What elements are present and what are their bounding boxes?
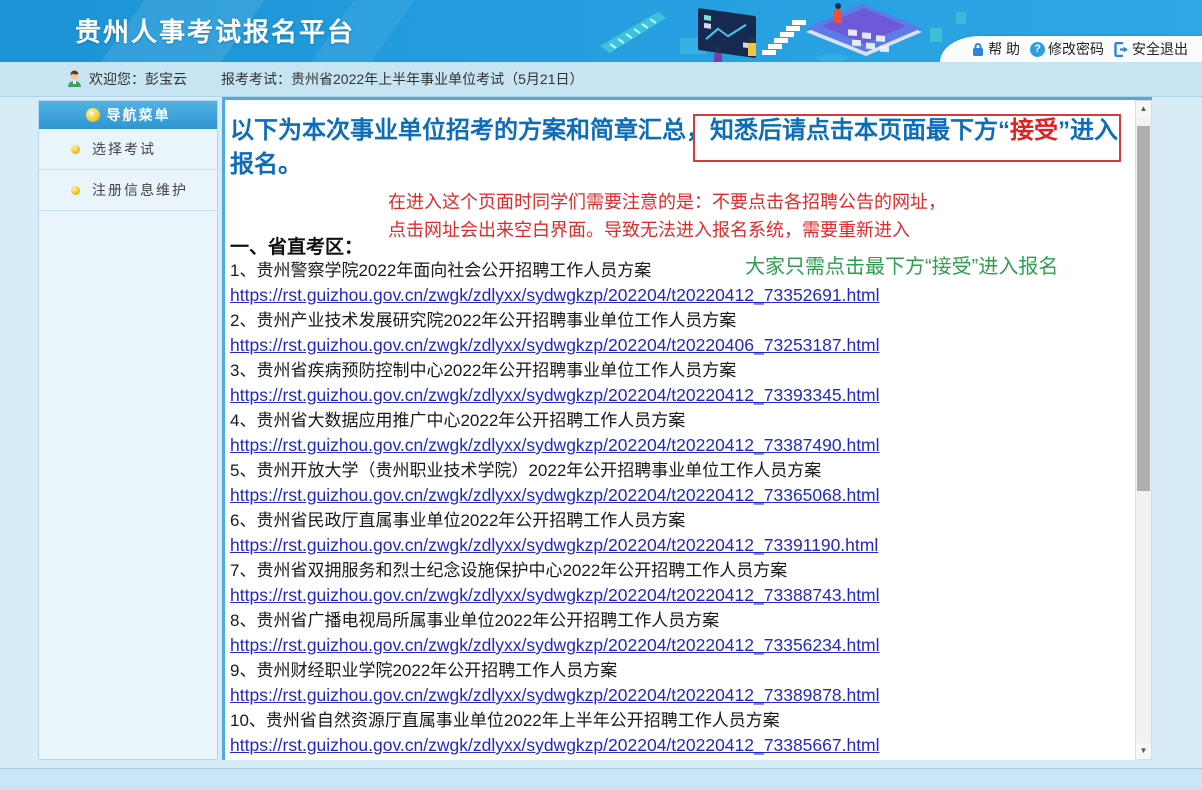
welcome-bar: 欢迎您：彭宝云 报考考试：贵州省2022年上半年事业单位考试（5月21日） [0, 62, 1202, 97]
announcement-link[interactable]: https://rst.guizhou.gov.cn/zwgk/zdlyxx/s… [230, 683, 1130, 708]
announcement-title: 9、贵州财经职业学院2022年公开招聘工作人员方案 [230, 658, 1130, 683]
announcement-row: 11、贵州省农业科学院2022年公开招聘事业单位工作人员方案 [230, 758, 1130, 760]
help-link[interactable]: 帮 助 [970, 39, 1020, 59]
exit-icon [1114, 42, 1129, 57]
announcement-row: 4、贵州省大数据应用推广中心2022年公开招聘工作人员方案 https://rs… [230, 408, 1130, 458]
sidebar-item-select-exam[interactable]: 选择考试 [39, 129, 217, 170]
content-scrollbar[interactable]: ▲ ▼ [1135, 100, 1152, 760]
announcement-title: 1、贵州警察学院2022年面向社会公开招聘工作人员方案 [230, 258, 1130, 283]
nav-menu-title: 导航菜单 [107, 105, 171, 125]
change-password-link[interactable]: ? 修改密码 [1030, 39, 1104, 59]
announcement-row: 9、贵州财经职业学院2022年公开招聘工作人员方案 https://rst.gu… [230, 658, 1130, 708]
sidebar-item-label: 选择考试 [92, 139, 156, 159]
announcement-row: 3、贵州省疾病预防控制中心2022年公开招聘事业单位工作人员方案 https:/… [230, 358, 1130, 408]
lock-icon [970, 42, 985, 57]
sidebar-item-label: 注册信息维护 [92, 180, 188, 200]
announcement-row: 5、贵州开放大学（贵州职业技术学院）2022年公开招聘事业单位工作人员方案 ht… [230, 458, 1130, 508]
announcement-link[interactable]: https://rst.guizhou.gov.cn/zwgk/zdlyxx/s… [230, 483, 1130, 508]
announcement-title: 2、贵州产业技术发展研究院2022年公开招聘事业单位工作人员方案 [230, 308, 1130, 333]
page-title: 贵州人事考试报名平台 [75, 12, 355, 49]
warning-note-line2: 点击网址会出来空白界面。导致无法进入报名系统，需要重新进入 [388, 216, 946, 244]
announcement-row: 7、贵州省双拥服务和烈士纪念设施保护中心2022年公开招聘工作人员方案 http… [230, 558, 1130, 608]
announcement-title: 6、贵州省民政厅直属事业单位2022年公开招聘工作人员方案 [230, 508, 1130, 533]
scroll-down-button[interactable]: ▼ [1136, 743, 1151, 759]
welcome-text: 欢迎您：彭宝云 [89, 69, 187, 89]
announcement-title: 5、贵州开放大学（贵州职业技术学院）2022年公开招聘事业单位工作人员方案 [230, 458, 1130, 483]
logout-label: 安全退出 [1132, 39, 1188, 59]
exam-text: 报考考试：贵州省2022年上半年事业单位考试（5月21日） [221, 69, 584, 89]
announcement-title: 7、贵州省双拥服务和烈士纪念设施保护中心2022年公开招聘工作人员方案 [230, 558, 1130, 583]
announcement-link[interactable]: https://rst.guizhou.gov.cn/zwgk/zdlyxx/s… [230, 383, 1130, 408]
announcement-row: 10、贵州省自然资源厅直属事业单位2022年上半年公开招聘工作人员方案 http… [230, 708, 1130, 758]
warning-note-line1: 在进入这个页面时同学们需要注意的是：不要点击各招聘公告的网址， [388, 188, 946, 216]
announcement-list: 1、贵州警察学院2022年面向社会公开招聘工作人员方案 https://rst.… [230, 258, 1130, 760]
bullet-icon [71, 186, 80, 195]
announcement-link[interactable]: https://rst.guizhou.gov.cn/zwgk/zdlyxx/s… [230, 433, 1130, 458]
heading-part1: 以下为本次事业单位招考的方案和简章汇总，知悉后请点击本页面最下方“ [230, 117, 1010, 144]
header-illustration [600, 0, 980, 62]
scroll-up-button[interactable]: ▲ [1136, 101, 1151, 117]
scroll-down-icon: ▼ [1140, 746, 1148, 755]
page-heading: 以下为本次事业单位招考的方案和简章汇总，知悉后请点击本页面最下方“接受”进入报名… [230, 114, 1135, 182]
content-area: 以下为本次事业单位招考的方案和简章汇总，知悉后请点击本页面最下方“接受”进入报名… [225, 100, 1135, 760]
announcement-row: 6、贵州省民政厅直属事业单位2022年公开招聘工作人员方案 https://rs… [230, 508, 1130, 558]
page-footer [0, 768, 1202, 790]
scroll-up-icon: ▲ [1140, 104, 1148, 113]
chevron-down-icon: ▼ [86, 108, 100, 122]
change-password-label: 修改密码 [1048, 39, 1104, 59]
announcement-link[interactable]: https://rst.guizhou.gov.cn/zwgk/zdlyxx/s… [230, 733, 1130, 758]
announcement-title: 8、贵州省广播电视局所属事业单位2022年公开招聘工作人员方案 [230, 608, 1130, 633]
sidebar-item-register-info[interactable]: 注册信息维护 [39, 170, 217, 211]
bullet-icon [71, 145, 80, 154]
announcement-row: 2、贵州产业技术发展研究院2022年公开招聘事业单位工作人员方案 https:/… [230, 308, 1130, 358]
question-icon: ? [1030, 42, 1045, 57]
announcement-title: 11、贵州省农业科学院2022年公开招聘事业单位工作人员方案 [230, 758, 1130, 760]
announcement-link[interactable]: https://rst.guizhou.gov.cn/zwgk/zdlyxx/s… [230, 533, 1130, 558]
section-title: 一、省直考区： [230, 232, 363, 259]
user-avatar-icon [66, 70, 83, 88]
announcement-row: 1、贵州警察学院2022年面向社会公开招聘工作人员方案 https://rst.… [230, 258, 1130, 308]
logout-link[interactable]: 安全退出 [1114, 39, 1188, 59]
app-header: 贵州人事考试报名平台 帮 助 ? 修改密码 [0, 0, 1202, 62]
sidebar: ▼ 导航菜单 选择考试 注册信息维护 [38, 100, 218, 760]
announcement-link[interactable]: https://rst.guizhou.gov.cn/zwgk/zdlyxx/s… [230, 583, 1130, 608]
announcement-link[interactable]: https://rst.guizhou.gov.cn/zwgk/zdlyxx/s… [230, 633, 1130, 658]
announcement-link[interactable]: https://rst.guizhou.gov.cn/zwgk/zdlyxx/s… [230, 283, 1130, 308]
announcement-title: 3、贵州省疾病预防控制中心2022年公开招聘事业单位工作人员方案 [230, 358, 1130, 383]
help-label: 帮 助 [988, 39, 1020, 59]
warning-note: 在进入这个页面时同学们需要注意的是：不要点击各招聘公告的网址， 点击网址会出来空… [388, 188, 946, 244]
announcement-title: 4、贵州省大数据应用推广中心2022年公开招聘工作人员方案 [230, 408, 1130, 433]
scrollbar-thumb[interactable] [1137, 126, 1150, 491]
announcement-row: 8、贵州省广播电视局所属事业单位2022年公开招聘工作人员方案 https://… [230, 608, 1130, 658]
header-links-panel: 帮 助 ? 修改密码 安全退出 [940, 36, 1202, 62]
announcement-title: 10、贵州省自然资源厅直属事业单位2022年上半年公开招聘工作人员方案 [230, 708, 1130, 733]
nav-menu-header[interactable]: ▼ 导航菜单 [39, 101, 217, 129]
announcement-link[interactable]: https://rst.guizhou.gov.cn/zwgk/zdlyxx/s… [230, 333, 1130, 358]
heading-accept-word: 接受 [1010, 117, 1058, 144]
